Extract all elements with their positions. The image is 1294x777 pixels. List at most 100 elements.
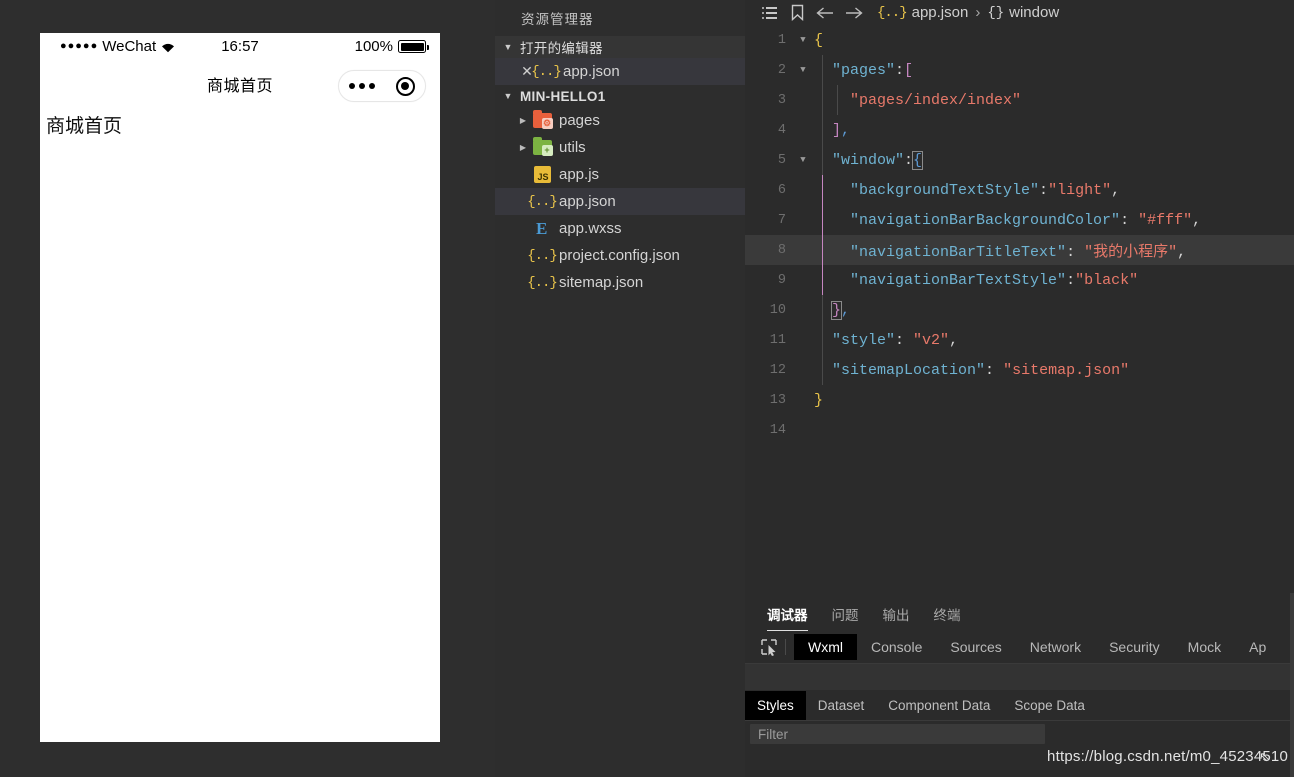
json-icon: {..}	[527, 274, 558, 291]
styletab-scope-data[interactable]: Scope Data	[1002, 691, 1097, 720]
code-line[interactable]: 13 }	[745, 385, 1294, 415]
code-line[interactable]: 14	[745, 415, 1294, 445]
code-text: }	[814, 391, 824, 409]
line-number: 10	[769, 302, 786, 318]
tree-item-label: app.js	[559, 166, 600, 183]
status-bar-right: 100%	[354, 38, 429, 55]
tree-item-pages[interactable]: ▶ ⚙ pages	[495, 107, 745, 134]
section-project-root[interactable]: ▼ MIN-HELLO1	[495, 85, 745, 107]
code-line[interactable]: 11 "style": "v2",	[745, 325, 1294, 355]
code-line[interactable]: 12 "sitemapLocation": "sitemap.json"	[745, 355, 1294, 385]
list-icon[interactable]	[755, 6, 783, 20]
explorer-sidebar: 资源管理器 ▼ 打开的编辑器 ✕ {..} app.json ▼ MIN-HEL…	[495, 0, 745, 777]
wxml-tree-area[interactable]	[745, 664, 1294, 691]
arrow-right-icon[interactable]	[839, 6, 867, 20]
json-icon: {..}	[527, 247, 558, 264]
tree-item-label: project.config.json	[559, 247, 680, 264]
code-line[interactable]: 3 "pages/index/index"	[745, 85, 1294, 115]
explorer-title: 资源管理器	[521, 12, 594, 27]
bottom-panel: 调试器 问题 输出 终端 Wxml Console Sources Networ…	[745, 593, 1294, 777]
breadcrumb-symbol[interactable]: window	[1009, 4, 1059, 21]
arrow-left-icon[interactable]	[811, 6, 839, 20]
styletab-styles[interactable]: Styles	[745, 691, 806, 720]
code-text: "navigationBarTitleText": "我的小程序",	[850, 243, 1187, 261]
line-number: 7	[777, 212, 786, 228]
section-open-editors[interactable]: ▼ 打开的编辑器	[495, 36, 745, 58]
target-icon[interactable]	[395, 76, 415, 96]
line-number: 14	[769, 422, 786, 438]
style-tab-strip: Styles Dataset Component Data Scope Data	[745, 691, 1294, 721]
ellipsis-icon[interactable]	[349, 83, 376, 89]
code-line[interactable]: 7 "navigationBarBackgroundColor": "#fff"…	[745, 205, 1294, 235]
line-number: 9	[777, 272, 786, 288]
code-line[interactable]: 1 ▼ {	[745, 25, 1294, 55]
code-text: "window":{	[832, 150, 924, 170]
panel-tab-strip: 调试器 问题 输出 终端	[745, 593, 1294, 631]
bookmark-icon[interactable]	[783, 4, 811, 21]
code-area[interactable]: 1 ▼ { 2 ▼ "pages":[ 3 "pages/index/index…	[745, 25, 1294, 593]
code-line[interactable]: 10 },	[745, 295, 1294, 325]
breadcrumb-file[interactable]: app.json	[912, 4, 969, 21]
tree-item-utils[interactable]: ▶ + utils	[495, 134, 745, 161]
styletab-dataset[interactable]: Dataset	[806, 691, 877, 720]
line-number: 4	[777, 122, 786, 138]
phone-simulator[interactable]: ●●●●● WeChat 16:57 100% 商城首页 商城首页	[40, 33, 440, 742]
devtab-wxml[interactable]: Wxml	[794, 634, 857, 660]
tab-problems[interactable]: 问题	[832, 604, 859, 631]
devtab-sources[interactable]: Sources	[936, 634, 1015, 660]
ide-window: ●●●●● WeChat 16:57 100% 商城首页 商城首页 资源管理器 …	[0, 0, 1294, 777]
battery-percent-label: 100%	[354, 38, 393, 55]
phone-status-bar: ●●●●● WeChat 16:57 100%	[40, 33, 440, 60]
chevron-down-icon: ▼	[503, 41, 513, 52]
breadcrumb: {..} app.json › {} window	[745, 0, 1294, 25]
tree-item-app-js[interactable]: JS app.js	[495, 161, 745, 188]
devtab-network[interactable]: Network	[1016, 634, 1095, 660]
fold-chevron-down-icon[interactable]: ▼	[792, 35, 814, 45]
capsule-button[interactable]	[338, 70, 426, 102]
code-text: "pages":[	[832, 61, 914, 79]
code-line[interactable]: 9 "navigationBarTextStyle":"black"	[745, 265, 1294, 295]
chevron-right-icon[interactable]: ▶	[515, 116, 531, 125]
inspect-element-icon[interactable]	[755, 638, 783, 656]
fold-chevron-down-icon[interactable]: ▼	[792, 65, 814, 75]
devtab-security[interactable]: Security	[1095, 634, 1174, 660]
tab-terminal[interactable]: 终端	[934, 604, 961, 631]
mouse-cursor-icon: ⇖	[1259, 749, 1270, 764]
braces-icon: {}	[987, 4, 1005, 21]
line-number: 12	[769, 362, 786, 378]
code-text: "sitemapLocation": "sitemap.json"	[832, 361, 1130, 379]
code-line-active[interactable]: 8 "navigationBarTitleText": "我的小程序",	[745, 235, 1294, 265]
code-line[interactable]: 2 ▼ "pages":[	[745, 55, 1294, 85]
tree-item-app-json[interactable]: {..} app.json	[495, 188, 745, 215]
tree-item-project-config-json[interactable]: {..} project.config.json	[495, 242, 745, 269]
code-line[interactable]: 6 "backgroundTextStyle":"light",	[745, 175, 1294, 205]
line-number: 2	[777, 62, 786, 78]
folder-green-icon: +	[531, 136, 553, 156]
tab-debugger[interactable]: 调试器	[767, 604, 808, 631]
filter-input[interactable]: Filter	[750, 724, 1045, 744]
styletab-component-data[interactable]: Component Data	[876, 691, 1002, 720]
line-number: 11	[769, 332, 786, 348]
devtools-tab-strip: Wxml Console Sources Network Security Mo…	[745, 631, 1294, 664]
devtab-console[interactable]: Console	[857, 634, 936, 660]
json-icon: {..}	[527, 193, 558, 210]
devtab-appdata[interactable]: Ap	[1235, 634, 1280, 660]
code-line[interactable]: 5 ▼ "window":{	[745, 145, 1294, 175]
tree-item-label: utils	[559, 139, 586, 156]
chevron-right-icon[interactable]: ▶	[515, 143, 531, 152]
panel-scrollbar[interactable]	[1290, 593, 1294, 777]
page-text: 商城首页	[46, 116, 123, 137]
devtab-mock[interactable]: Mock	[1174, 634, 1235, 660]
code-text: },	[831, 300, 851, 320]
fold-chevron-down-icon[interactable]: ▼	[792, 155, 814, 165]
json-icon: {..}	[531, 63, 562, 80]
code-line[interactable]: 4 ],	[745, 115, 1294, 145]
code-editor-pane: {..} app.json › {} window 1 ▼ { 2 ▼ "pag…	[745, 0, 1294, 593]
code-text: "navigationBarTextStyle":"black"	[850, 271, 1139, 289]
tree-item-app-wxss[interactable]: Ǝ app.wxss	[495, 215, 745, 242]
tab-output[interactable]: 输出	[883, 604, 910, 631]
tree-item-sitemap-json[interactable]: {..} sitemap.json	[495, 269, 745, 296]
code-text: "style": "v2",	[832, 331, 959, 349]
breadcrumb-separator: ›	[975, 4, 981, 21]
open-editor-app-json[interactable]: ✕ {..} app.json	[495, 58, 745, 85]
